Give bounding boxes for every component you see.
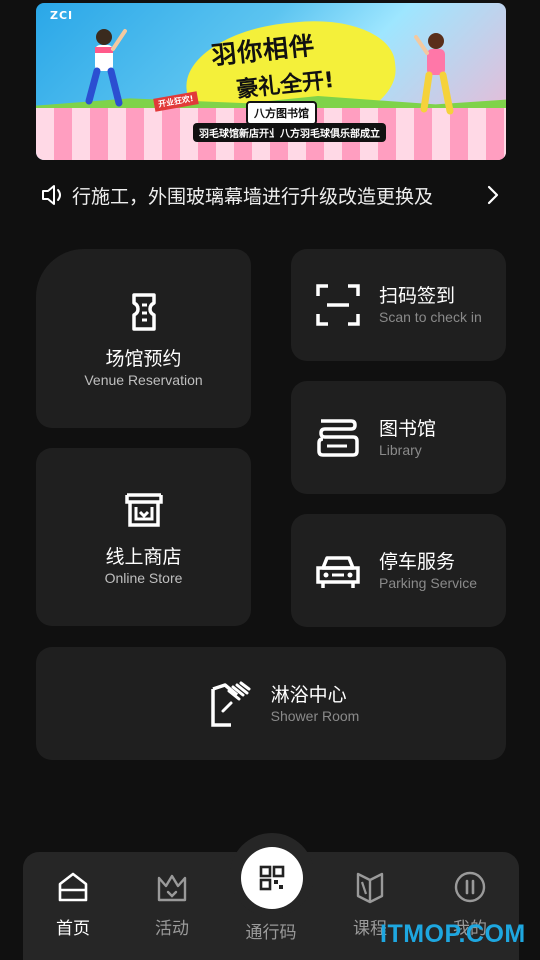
promo-banner[interactable]: ZCI 羽你相伴 豪礼全开! 开业狂欢! 八方图书馆 羽毛球馆新店开业 八方羽毛… bbox=[36, 3, 506, 160]
book-icon bbox=[317, 418, 359, 457]
parking-service-card[interactable]: 停车服务 Parking Service bbox=[291, 514, 506, 627]
open-book-icon bbox=[356, 872, 384, 904]
watermark: ITMOP.COM bbox=[380, 920, 526, 948]
crown-icon bbox=[157, 874, 187, 902]
online-store-card[interactable]: 线上商店 Online Store bbox=[36, 448, 251, 626]
shower-room-card[interactable]: 淋浴中心 Shower Room bbox=[36, 647, 506, 760]
venue-reservation-label: 场馆预约 bbox=[105, 347, 182, 370]
store-icon bbox=[124, 493, 163, 527]
tab-pass-label: 通行码 bbox=[245, 923, 297, 943]
venue-reservation-card[interactable]: 场馆预约 Venue Reservation bbox=[36, 249, 251, 428]
scan-icon bbox=[316, 284, 360, 326]
online-store-sublabel: Online Store bbox=[104, 570, 183, 586]
parking-service-sublabel: Parking Service bbox=[379, 574, 478, 591]
notice-text: 行施工，外围玻璃幕墙进行升级改造更换及 bbox=[72, 185, 434, 208]
banner-store-pill: 羽毛球馆新店开业 bbox=[193, 123, 285, 142]
online-store-label: 线上商店 bbox=[105, 546, 182, 568]
library-label: 图书馆 bbox=[379, 417, 437, 440]
chevron-right-icon[interactable] bbox=[486, 184, 500, 206]
speaker-icon bbox=[42, 185, 61, 205]
qr-code-icon bbox=[259, 865, 285, 891]
tab-home[interactable]: 首页 bbox=[33, 870, 113, 939]
tab-activity[interactable]: 活动 bbox=[132, 870, 212, 939]
tab-home-label: 首页 bbox=[56, 919, 90, 939]
pass-code-button[interactable] bbox=[241, 847, 303, 909]
venue-reservation-sublabel: Venue Reservation bbox=[84, 371, 203, 388]
ticket-icon bbox=[131, 292, 156, 331]
banner-library-pill: 八方图书馆 bbox=[246, 101, 317, 125]
home-icon bbox=[58, 872, 88, 902]
scan-check-in-card[interactable]: 扫码签到 Scan to check in bbox=[291, 249, 506, 361]
banner-club-pill: 八方羽毛球俱乐部成立 bbox=[274, 123, 386, 142]
profile-icon bbox=[454, 871, 486, 903]
shower-room-label: 淋浴中心 bbox=[270, 683, 347, 706]
tab-activity-label: 活动 bbox=[155, 919, 189, 939]
shower-icon bbox=[210, 681, 251, 727]
tab-pass[interactable]: 通行码 bbox=[231, 918, 311, 943]
notice-bar[interactable]: 行施工，外围玻璃幕墙进行升级改造更换及 bbox=[40, 178, 500, 212]
badminton-player-right bbox=[414, 33, 454, 115]
badminton-player-left bbox=[85, 29, 127, 107]
scan-check-in-sublabel: Scan to check in bbox=[379, 309, 482, 325]
parking-service-label: 停车服务 bbox=[379, 550, 456, 573]
library-card[interactable]: 图书馆 Library bbox=[291, 381, 506, 494]
scan-check-in-label: 扫码签到 bbox=[379, 285, 456, 307]
shower-room-sublabel: Shower Room bbox=[270, 707, 360, 724]
library-sublabel: Library bbox=[379, 441, 422, 458]
car-icon bbox=[316, 555, 360, 588]
banner-logo: ZCI bbox=[50, 9, 74, 22]
